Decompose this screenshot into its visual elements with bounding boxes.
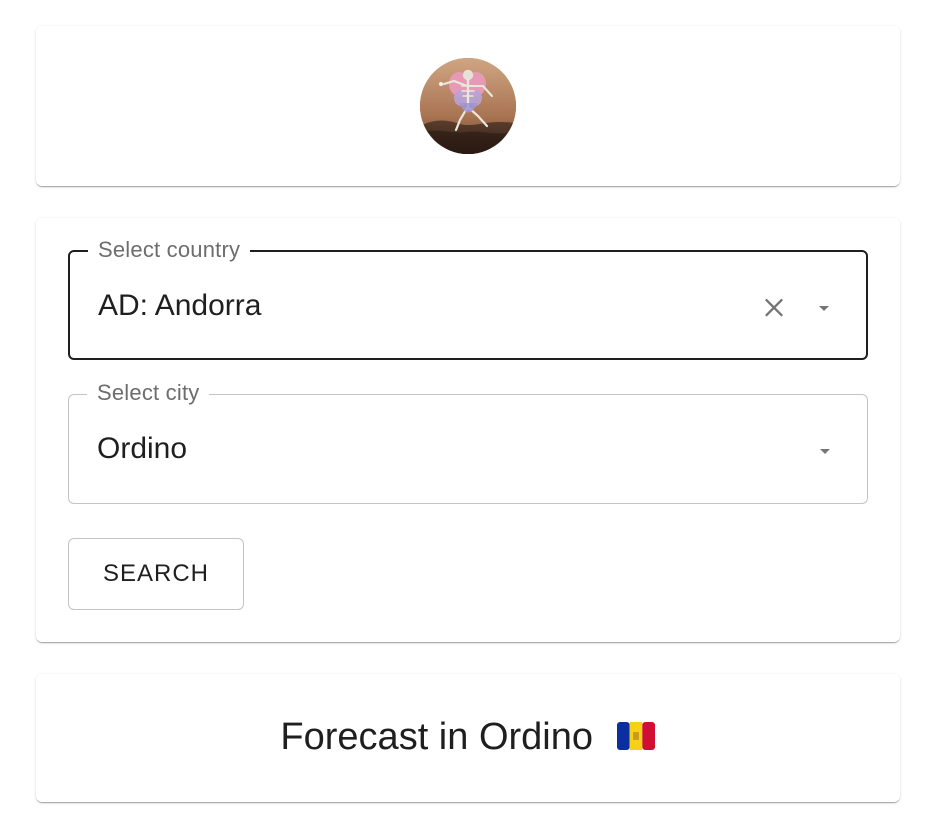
close-icon[interactable]	[760, 292, 788, 320]
city-select-label: Select city	[87, 380, 210, 406]
avatar-card	[36, 26, 900, 186]
dropdown-arrow-icon[interactable]	[813, 439, 837, 463]
country-select[interactable]: Select country AD: Andorra	[68, 237, 868, 360]
city-select-value[interactable]: Ordino	[97, 431, 187, 467]
search-form-card: Select country AD: Andorra Select city O…	[36, 218, 900, 642]
forecast-title: Forecast in Ordino	[280, 716, 593, 758]
search-button[interactable]: SEARCH	[68, 538, 244, 610]
country-select-label: Select country	[88, 237, 251, 263]
forecast-card: Forecast in Ordino	[36, 674, 900, 802]
avatar	[420, 58, 516, 154]
dropdown-arrow-icon[interactable]	[812, 296, 836, 320]
city-select[interactable]: Select city Ordino	[68, 380, 868, 504]
country-select-value[interactable]: AD: Andorra	[98, 288, 261, 324]
winged-skeleton-avatar-icon	[420, 58, 516, 154]
forecast-title-row: Forecast in Ordino	[36, 714, 900, 760]
andorra-flag-icon	[616, 721, 656, 751]
